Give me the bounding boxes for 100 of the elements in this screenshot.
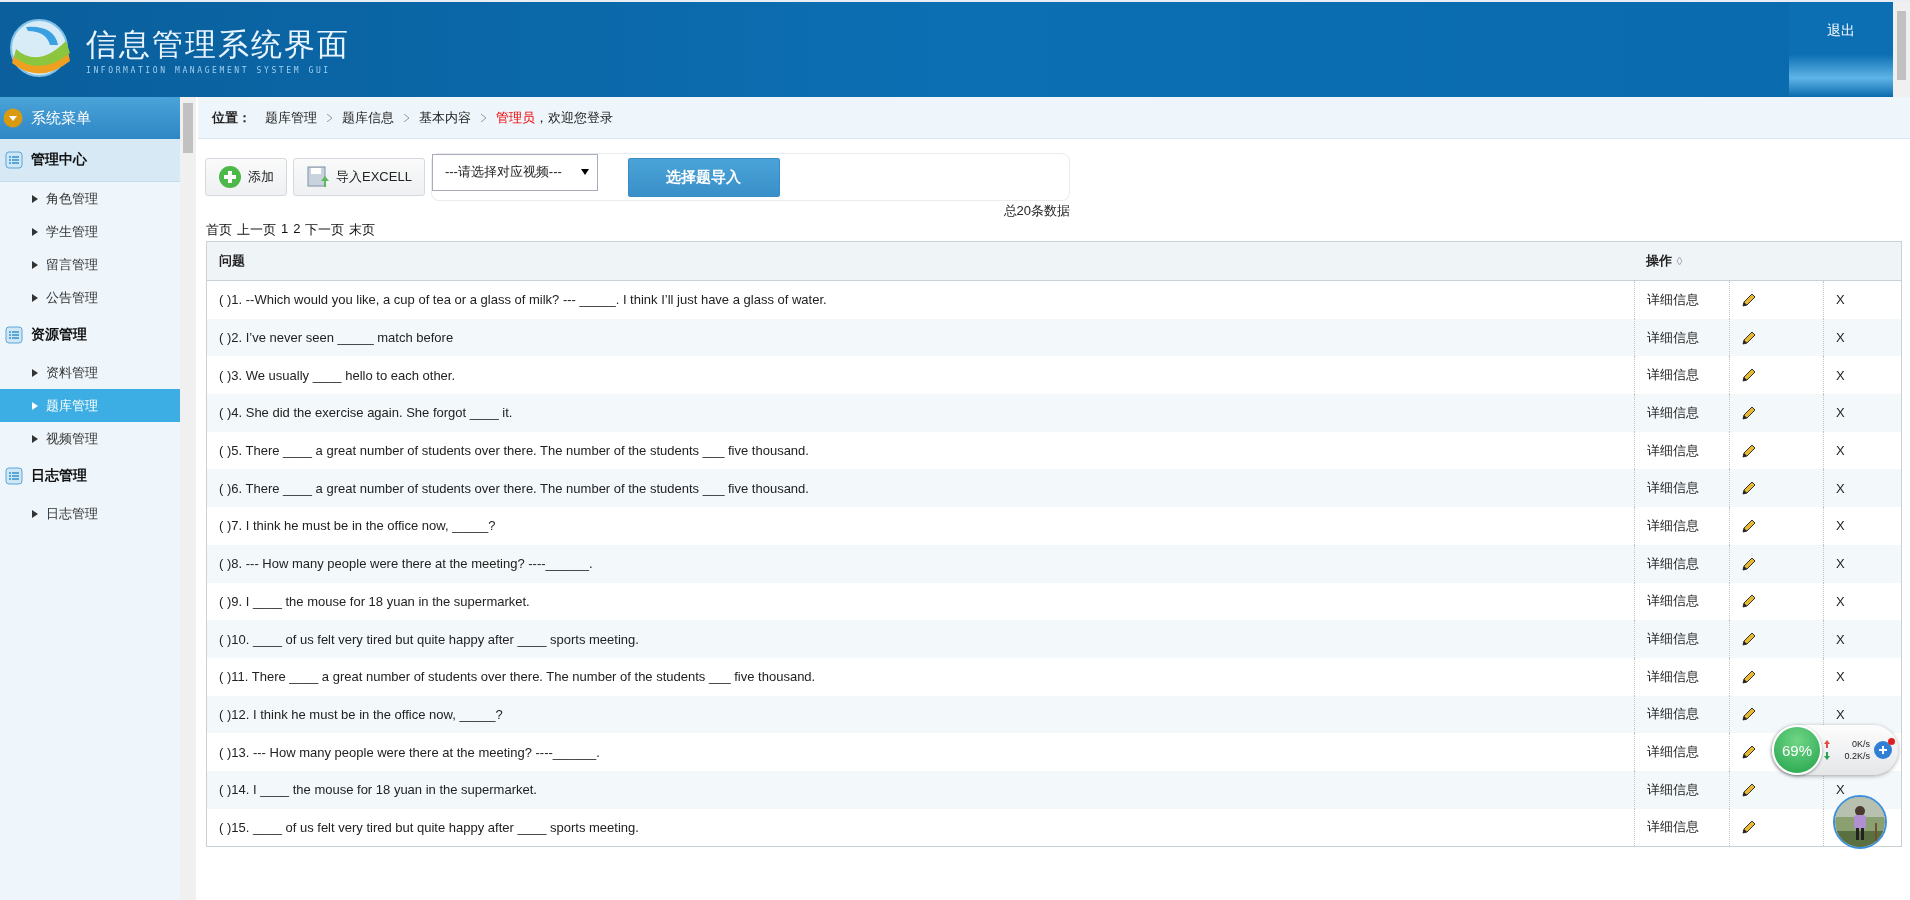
welcome-text: 管理员，欢迎您登录 <box>496 108 613 127</box>
pencil-icon[interactable] <box>1742 330 1756 345</box>
question-cell-text: ( )1. --Which would you like, a cup of tea or a glass of milk? --- _____. I think I’ll just have a glass of water. <box>218 292 828 308</box>
menu-item[interactable]: 留言管理 <box>0 248 180 281</box>
menu-item[interactable]: 角色管理 <box>0 182 180 215</box>
question-cell-text: ( )12. I think he must be in the office now, _____? <box>218 706 504 722</box>
pencil-icon[interactable] <box>1742 443 1756 458</box>
delete-link[interactable]: X <box>1836 367 1845 383</box>
video-select[interactable]: ---请选择对应视频--- <box>431 153 598 191</box>
question-cell-text: ( )4. She did the exercise again. She forgot ____ it. <box>218 405 514 421</box>
breadcrumb-link[interactable]: 题库信息 <box>342 108 394 127</box>
delete-link[interactable]: X <box>1836 480 1845 496</box>
pagination-link[interactable]: 首页 <box>206 221 232 239</box>
details-link[interactable]: 详细信息 <box>1647 705 1699 724</box>
down-arrow-icon <box>1824 752 1830 760</box>
caret-icon <box>32 368 38 377</box>
total-count: 总20条数据 <box>1003 202 1070 220</box>
pencil-icon[interactable] <box>1742 632 1756 647</box>
menu-group[interactable]: 资源管理 <box>0 314 180 356</box>
download-speed: 0.2K/s <box>1844 751 1870 761</box>
plus-icon <box>218 165 242 189</box>
question-cell-text: ( )6. There ____ a great number of students over there. The number of the students ___ five thousand. <box>218 480 810 496</box>
details-link[interactable]: 详细信息 <box>1647 441 1699 460</box>
pagination-link[interactable]: 下一页 <box>305 221 345 239</box>
menu-group[interactable]: 日志管理 <box>0 455 180 497</box>
pencil-icon[interactable] <box>1742 707 1756 722</box>
column-header: 问题 <box>219 252 245 270</box>
details-link[interactable]: 详细信息 <box>1647 554 1699 573</box>
save-upload-icon <box>306 165 330 189</box>
list-icon <box>5 326 23 344</box>
details-link[interactable]: 详细信息 <box>1647 818 1699 837</box>
upload-speed: 0K/s <box>1852 739 1870 749</box>
question-cell-text: ( )9. I ____ the mouse for 18 yuan in the supermarket. <box>218 593 531 609</box>
pencil-icon[interactable] <box>1742 745 1756 760</box>
delete-link[interactable]: X <box>1836 405 1845 421</box>
details-link[interactable]: 详细信息 <box>1647 743 1699 762</box>
details-link[interactable]: 详细信息 <box>1647 667 1699 686</box>
delete-link[interactable]: X <box>1836 782 1845 798</box>
pencil-icon[interactable] <box>1742 368 1756 383</box>
menu-item[interactable]: 学生管理 <box>0 215 180 248</box>
pencil-icon[interactable] <box>1742 782 1756 797</box>
import-excel-button[interactable]: 导入EXCELL <box>293 158 425 196</box>
pencil-icon[interactable] <box>1742 820 1756 835</box>
delete-link[interactable]: X <box>1836 556 1845 572</box>
menu-title: 系统菜单 <box>31 108 91 128</box>
delete-link[interactable]: X <box>1836 443 1845 459</box>
breadcrumb-link[interactable]: 题库管理 <box>265 108 317 127</box>
menu-item[interactable]: 视频管理 <box>0 422 180 455</box>
caret-icon <box>32 227 38 236</box>
add-button[interactable]: 添加 <box>205 158 287 196</box>
dropdown-arrow-icon <box>580 169 589 175</box>
delete-link[interactable]: X <box>1836 669 1845 685</box>
details-link[interactable]: 详细信息 <box>1647 630 1699 649</box>
up-arrow-icon <box>1824 740 1830 748</box>
column-header: 操作 <box>1646 252 1672 270</box>
delete-link[interactable]: X <box>1836 706 1845 722</box>
pencil-icon[interactable] <box>1742 594 1756 609</box>
caret-icon <box>32 509 38 518</box>
details-link[interactable]: 详细信息 <box>1647 592 1699 611</box>
delete-link[interactable]: X <box>1836 330 1845 346</box>
details-link[interactable]: 详细信息 <box>1647 479 1699 498</box>
scrollbar[interactable] <box>1893 2 1910 97</box>
pencil-icon[interactable] <box>1742 481 1756 496</box>
delete-link[interactable]: X <box>1836 292 1845 308</box>
pagination-link[interactable]: 1 <box>281 221 289 239</box>
pencil-icon[interactable] <box>1742 669 1756 684</box>
details-link[interactable]: 详细信息 <box>1647 328 1699 347</box>
scrollbar[interactable] <box>180 97 196 900</box>
delete-link[interactable]: X <box>1836 631 1845 647</box>
pencil-icon[interactable] <box>1742 292 1756 307</box>
pagination-link[interactable]: 上一页 <box>237 221 276 239</box>
pagination-link[interactable]: 2 <box>293 221 301 239</box>
caret-icon <box>32 434 38 443</box>
logout-link[interactable]: 退出 <box>1827 22 1855 40</box>
caret-icon <box>32 293 38 302</box>
pagination-link[interactable]: 末页 <box>349 221 376 239</box>
speed-widget[interactable]: 69% 0K/s 0.2K/s <box>1772 725 1898 775</box>
list-icon <box>5 467 23 485</box>
pencil-icon[interactable] <box>1742 405 1756 420</box>
pencil-icon[interactable] <box>1742 556 1756 571</box>
details-link[interactable]: 详细信息 <box>1647 290 1699 309</box>
delete-link[interactable]: X <box>1836 518 1845 534</box>
menu-group[interactable]: 管理中心 <box>0 139 180 182</box>
caret-icon <box>32 260 38 269</box>
menu-item[interactable]: 日志管理 <box>0 497 180 530</box>
details-link[interactable]: 详细信息 <box>1647 780 1699 799</box>
question-cell-text: ( )13. --- How many people were there at the meeting? ----______. <box>218 744 601 760</box>
chevron-icon <box>327 113 332 122</box>
breadcrumb-link[interactable]: 基本内容 <box>419 108 471 127</box>
details-link[interactable]: 详细信息 <box>1647 516 1699 535</box>
menu-item[interactable]: 资料管理 <box>0 356 180 389</box>
details-link[interactable]: 详细信息 <box>1647 366 1699 385</box>
plus-icon[interactable] <box>1874 741 1892 759</box>
caret-icon <box>32 401 38 410</box>
details-link[interactable]: 详细信息 <box>1647 403 1699 422</box>
question-cell-text: ( )14. I ____ the mouse for 18 yuan in the supermarket. <box>218 782 538 798</box>
question-cell-text: ( )15. ____ of us felt very tired but quite happy after ____ sports meeting. <box>218 819 640 835</box>
pencil-icon[interactable] <box>1742 518 1756 533</box>
delete-link[interactable]: X <box>1836 593 1845 609</box>
menu-item[interactable]: 公告管理 <box>0 281 180 314</box>
